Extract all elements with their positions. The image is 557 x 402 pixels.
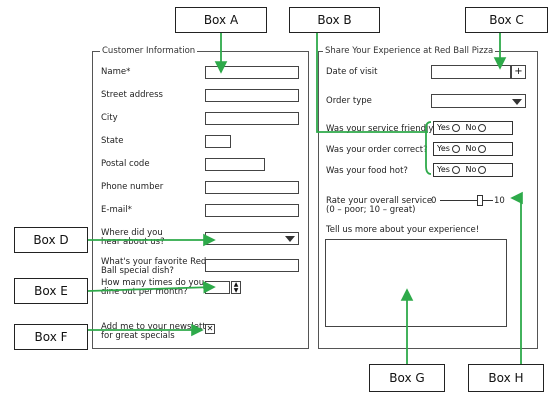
arrow-box-b: [316, 33, 428, 133]
callout-arrows: [87, 33, 523, 364]
arrow-box-h: [510, 191, 523, 364]
arrow-box-e: [87, 281, 216, 294]
bracket-box-b: [425, 121, 432, 175]
